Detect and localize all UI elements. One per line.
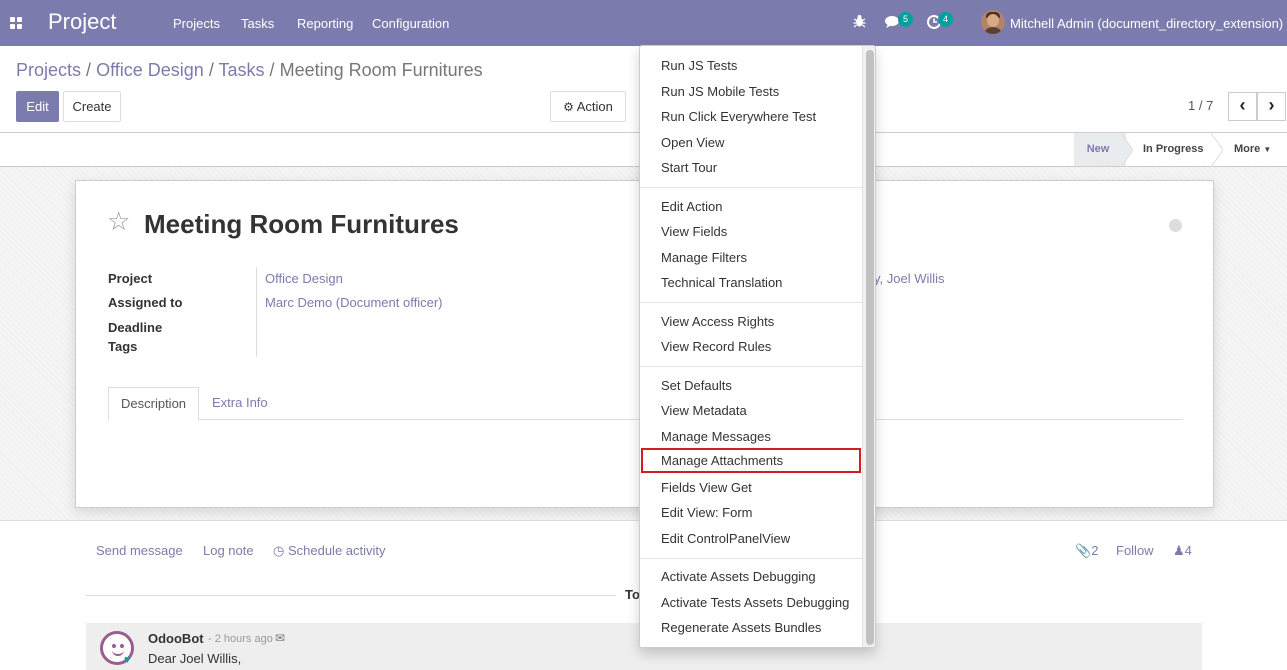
caret-down-icon: ▼ (1263, 145, 1272, 154)
clock-icon: ◷ (273, 543, 285, 558)
breadcrumb-office-design[interactable]: Office Design (96, 60, 204, 80)
activities-badge: 4 (938, 12, 953, 27)
bug-icon[interactable] (853, 14, 866, 31)
breadcrumb-projects[interactable]: Projects (16, 60, 81, 80)
send-message-button[interactable]: Send message (96, 543, 183, 558)
tab-extra-info[interactable]: Extra Info (200, 387, 280, 420)
messages-badge: 5 (898, 12, 913, 27)
stage-arrow (1121, 133, 1133, 167)
menu-item-run-js-mobile-tests[interactable]: Run JS Mobile Tests (641, 79, 861, 104)
field-label-tags: Tags (108, 339, 138, 354)
menu-configuration[interactable]: Configuration (372, 16, 449, 31)
field-value-assigned-to[interactable]: Marc Demo (Document officer) (265, 295, 442, 310)
menu-item-open-view[interactable]: Open View (641, 130, 861, 155)
menu-item-view-access-rights[interactable]: View Access Rights (641, 309, 861, 334)
pager-previous-button[interactable]: ‹ (1228, 92, 1257, 121)
heart-icon: ♥ (124, 654, 131, 666)
message-time: - 2 hours ago (208, 633, 273, 645)
stage-new[interactable]: New (1074, 133, 1126, 166)
action-button[interactable]: ⚙ Action (550, 91, 626, 122)
stage-in-progress[interactable]: In Progress (1143, 133, 1204, 166)
action-label: Action (576, 99, 613, 114)
followers-count: 4 (1184, 543, 1192, 558)
field-label-project: Project (108, 271, 153, 286)
menu-item-manage-messages[interactable]: Manage Messages (641, 424, 861, 449)
envelope-icon[interactable]: ✉ (275, 631, 285, 645)
debug-menu-dropdown: Run JS Tests Run JS Mobile Tests Run Cli… (639, 45, 876, 648)
stage-more-label: More (1234, 143, 1261, 155)
menu-item-regenerate-assets-bundles[interactable]: Regenerate Assets Bundles (641, 615, 861, 640)
breadcrumb: Projects / Office Design / Tasks / Meeti… (16, 60, 483, 81)
menu-tasks[interactable]: Tasks (241, 16, 274, 31)
user-menu[interactable]: Mitchell Admin (document_directory_exten… (1010, 16, 1283, 31)
schedule-activity-label: Schedule activity (287, 543, 386, 558)
chevron-right-icon: › (1268, 95, 1275, 115)
star-icon[interactable]: ☆ (107, 208, 130, 234)
menu-item-edit-controlpanelview[interactable]: Edit ControlPanelView (641, 526, 861, 551)
date-divider-line (86, 595, 616, 596)
menu-item-edit-action[interactable]: Edit Action (641, 194, 861, 219)
task-title[interactable]: Meeting Room Furnitures (144, 209, 459, 240)
breadcrumb-separator: / (269, 60, 275, 80)
breadcrumb-separator: / (86, 60, 92, 80)
attachments-count: 2 (1091, 543, 1099, 558)
menu-item-view-record-rules[interactable]: View Record Rules (641, 334, 861, 359)
field-value-followers[interactable]: y, Joel Willis (874, 271, 945, 286)
attachments-button[interactable]: 📎2 (1075, 543, 1098, 559)
top-navbar: Project Projects Tasks Reporting Configu… (0, 0, 1287, 46)
menu-item-start-tour[interactable]: Start Tour (641, 155, 861, 180)
menu-item-run-click-everywhere-test[interactable]: Run Click Everywhere Test (641, 104, 861, 129)
message-body: Dear Joel Willis, (148, 651, 242, 666)
field-separator (256, 267, 257, 357)
stage-more-dropdown[interactable]: More ▼ (1234, 133, 1271, 166)
menu-item-activate-tests-assets-debugging[interactable]: Activate Tests Assets Debugging (641, 590, 861, 615)
dropdown-scrollbar[interactable] (862, 46, 875, 647)
menu-item-fields-view-get[interactable]: Fields View Get (641, 475, 861, 500)
breadcrumb-current: Meeting Room Furnitures (279, 60, 483, 80)
menu-projects[interactable]: Projects (173, 16, 220, 31)
field-value-project[interactable]: Office Design (265, 271, 343, 286)
menu-item-activate-assets-debugging[interactable]: Activate Assets Debugging (641, 564, 861, 589)
edit-button[interactable]: Edit (16, 91, 59, 122)
log-note-button[interactable]: Log note (203, 543, 254, 558)
gear-icon: ⚙ (563, 100, 574, 114)
menu-item-technical-translation[interactable]: Technical Translation (641, 270, 861, 295)
date-divider-label: To (625, 587, 640, 602)
follow-button[interactable]: Follow (1116, 543, 1154, 558)
menu-divider (640, 187, 862, 188)
menu-divider (640, 302, 862, 303)
schedule-activity-button[interactable]: ◷ Schedule activity (273, 543, 386, 559)
field-label-assigned-to: Assigned to (108, 295, 183, 310)
scrollbar-thumb[interactable] (866, 50, 874, 645)
message-author[interactable]: OdooBot (148, 631, 204, 646)
breadcrumb-separator: / (208, 60, 214, 80)
menu-item-edit-view-form[interactable]: Edit View: Form (641, 500, 861, 525)
menu-item-set-defaults[interactable]: Set Defaults (641, 373, 861, 398)
kanban-state-indicator[interactable] (1169, 219, 1182, 232)
menu-item-view-fields[interactable]: View Fields (641, 219, 861, 244)
chevron-left-icon: ‹ (1239, 95, 1246, 115)
menu-divider (640, 366, 862, 367)
stage-arrow (1211, 133, 1223, 167)
app-brand[interactable]: Project (48, 9, 116, 35)
create-button[interactable]: Create (63, 91, 121, 122)
apps-menu-icon[interactable] (10, 17, 22, 29)
tab-description[interactable]: Description (108, 387, 200, 421)
field-label-deadline: Deadline (108, 320, 163, 335)
followers-button[interactable]: ♟4 (1173, 543, 1192, 559)
menu-item-run-js-tests[interactable]: Run JS Tests (641, 53, 861, 78)
user-avatar[interactable] (981, 10, 1005, 34)
menu-item-manage-attachments[interactable]: Manage Attachments (641, 448, 861, 473)
menu-item-manage-filters[interactable]: Manage Filters (641, 245, 861, 270)
pager-next-button[interactable]: › (1257, 92, 1286, 121)
paperclip-icon: 📎 (1075, 543, 1092, 558)
breadcrumb-tasks[interactable]: Tasks (219, 60, 265, 80)
pager-value[interactable]: 1 / 7 (1188, 98, 1213, 113)
menu-item-view-metadata[interactable]: View Metadata (641, 398, 861, 423)
menu-divider (640, 558, 862, 559)
menu-reporting[interactable]: Reporting (297, 16, 353, 31)
users-icon: ♟ (1173, 543, 1185, 558)
